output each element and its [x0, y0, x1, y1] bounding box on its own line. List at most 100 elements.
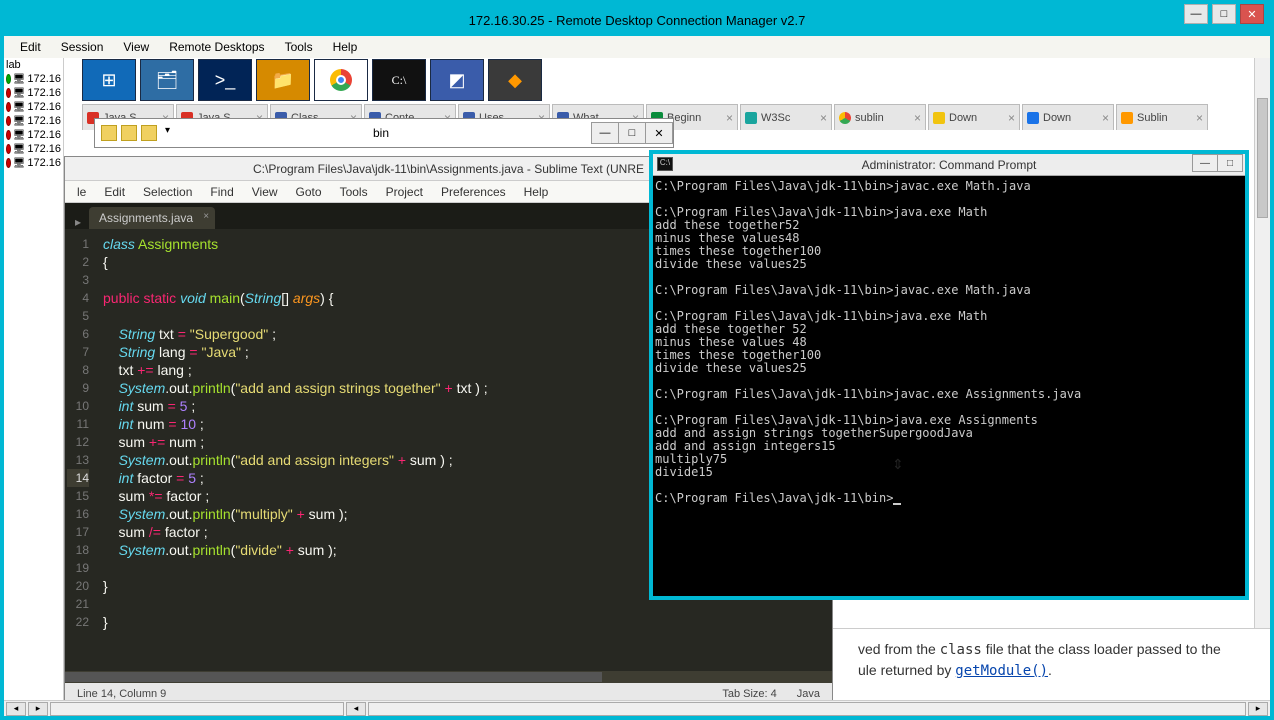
explorer-close-button[interactable]: ✕ [645, 122, 673, 144]
tree-node[interactable]: 🖥172.16 [4, 156, 63, 170]
doc-link[interactable]: getModule() [955, 663, 1048, 679]
sublime-menu-help[interactable]: Help [516, 183, 557, 201]
status-language[interactable]: Java [797, 688, 820, 700]
taskbar-powershell[interactable]: >_ [198, 59, 252, 101]
browser-tab[interactable]: Sublin× [1116, 104, 1208, 130]
tab-label: sublin [855, 112, 884, 124]
taskbar-explorer-window[interactable]: 📁 [256, 59, 310, 101]
menu-view[interactable]: View [113, 38, 159, 56]
taskbar-app[interactable]: ◩ [430, 59, 484, 101]
sublime-menu-preferences[interactable]: Preferences [433, 183, 514, 201]
app-icon: ◩ [448, 70, 465, 91]
chevron-down-icon[interactable]: ▾ [161, 125, 170, 141]
tree-node[interactable]: 🖥172.16 [4, 114, 63, 128]
scroll-right-icon[interactable]: ▸ [28, 702, 48, 716]
tree-node[interactable]: 🖥172.16 [4, 100, 63, 114]
tree-node[interactable]: 🖥172.16 [4, 86, 63, 100]
cmd-min-button[interactable]: — [1192, 154, 1218, 172]
rdp-min-button[interactable]: — [1184, 4, 1208, 24]
taskbar-file-explorer[interactable]: 🗂 [140, 59, 194, 101]
close-tab-icon[interactable]: × [203, 211, 209, 222]
sublime-menu-project[interactable]: Project [378, 183, 431, 201]
explorer-min-button[interactable]: — [591, 122, 619, 144]
scrollbar-thumb[interactable] [1257, 98, 1268, 218]
menu-edit[interactable]: Edit [10, 38, 51, 56]
rdp-titlebar[interactable]: 172.16.30.25 - Remote Desktop Connection… [4, 4, 1270, 36]
browser-tab[interactable]: W3Sc× [740, 104, 832, 130]
menu-session[interactable]: Session [51, 38, 114, 56]
sublime-menu-tools[interactable]: Tools [332, 183, 376, 201]
rdp-title: 172.16.30.25 - Remote Desktop Connection… [469, 13, 806, 28]
sublime-tab-play-icon[interactable]: ▸ [75, 215, 81, 229]
tab-label: Down [949, 112, 977, 124]
menu-remote-desktops[interactable]: Remote Desktops [159, 38, 274, 56]
taskbar: ⊞ 🗂 >_ 📁 C:\ ◩ ◆ [82, 58, 542, 102]
browser-tab[interactable]: sublin × [834, 104, 926, 130]
line-gutter: 12345678910111213141516171819202122 [65, 229, 95, 683]
status-dot-icon [6, 74, 11, 84]
cmd-icon: C:\ [392, 73, 407, 88]
explorer-toolbar-icon[interactable] [121, 125, 137, 141]
tree-root[interactable]: lab [4, 58, 63, 72]
sublime-menu-goto[interactable]: Goto [288, 183, 330, 201]
taskbar-sublime[interactable]: ◆ [488, 59, 542, 101]
status-dot-icon [6, 88, 11, 98]
close-tab-icon[interactable]: × [820, 111, 827, 125]
close-tab-icon[interactable]: × [1102, 111, 1109, 125]
explorer-max-button[interactable]: □ [618, 122, 646, 144]
taskbar-cmd[interactable]: C:\ [372, 59, 426, 101]
sublime-menu-file[interactable]: le [69, 183, 94, 201]
horizontal-scrollbar[interactable]: ◂ ▸ ◂ ▸ [4, 700, 1270, 716]
close-tab-icon[interactable]: × [1008, 111, 1015, 125]
sublime-h-scrollbar[interactable] [65, 671, 832, 683]
close-tab-icon[interactable]: × [914, 111, 921, 125]
tree-node[interactable]: 🖥172.16 [4, 142, 63, 156]
status-tab-size[interactable]: Tab Size: 4 [722, 688, 776, 700]
sublime-tab[interactable]: Assignments.java × [89, 207, 215, 229]
menu-tools[interactable]: Tools [275, 38, 323, 56]
start-button[interactable]: ⊞ [82, 59, 136, 101]
computer-icon: 🖥 [13, 130, 26, 141]
cmd-max-button[interactable]: □ [1217, 154, 1243, 172]
tree-node[interactable]: 🖥172.16 [4, 128, 63, 142]
menu-help[interactable]: Help [323, 38, 368, 56]
scroll-left-icon[interactable]: ◂ [346, 702, 366, 716]
cmd-window[interactable]: C:\ Administrator: Command Prompt — □ C:… [649, 150, 1249, 600]
favicon-icon [1027, 112, 1039, 124]
scroll-right-icon[interactable]: ▸ [1248, 702, 1268, 716]
menubar: Edit Session View Remote Desktops Tools … [4, 36, 1270, 58]
favicon-icon [933, 112, 945, 124]
sublime-icon: ◆ [508, 70, 522, 91]
rdp-max-button[interactable]: □ [1212, 4, 1236, 24]
computer-icon: 🖥 [13, 158, 26, 169]
taskbar-chrome[interactable] [314, 59, 368, 101]
rdp-window: 172.16.30.25 - Remote Desktop Connection… [0, 0, 1274, 720]
tree-node[interactable]: 🖥172.16 [4, 72, 63, 86]
cmd-output[interactable]: C:\Program Files\Java\jdk-11\bin>javac.e… [653, 176, 1245, 596]
browser-tab[interactable]: Down× [1022, 104, 1114, 130]
status-dot-icon [6, 158, 11, 168]
scrollbar-track[interactable] [50, 702, 344, 716]
scrollbar-track[interactable] [368, 702, 1246, 716]
explorer-window[interactable]: ▾ bin — □ ✕ [94, 118, 674, 148]
explorer-toolbar-icon[interactable] [101, 125, 117, 141]
sublime-menu-view[interactable]: View [244, 183, 286, 201]
status-dot-icon [6, 116, 11, 126]
close-tab-icon[interactable]: × [726, 111, 733, 125]
sublime-menu-find[interactable]: Find [202, 183, 241, 201]
status-dot-icon [6, 130, 11, 140]
sublime-menu-edit[interactable]: Edit [96, 183, 133, 201]
status-dot-icon [6, 102, 11, 112]
vertical-scrollbar[interactable] [1254, 58, 1270, 716]
folder-icon: 📁 [272, 70, 294, 91]
scrollbar-thumb[interactable] [65, 672, 602, 682]
browser-tab[interactable]: Down × [928, 104, 1020, 130]
server-tree[interactable]: lab 🖥172.16 🖥172.16 🖥172.16 🖥172.16 🖥172… [4, 58, 64, 716]
scroll-left-icon[interactable]: ◂ [6, 702, 26, 716]
close-tab-icon[interactable]: × [1196, 111, 1203, 125]
windows-icon: ⊞ [101, 70, 116, 91]
cmd-titlebar[interactable]: C:\ Administrator: Command Prompt — □ [653, 154, 1245, 176]
explorer-toolbar-icon[interactable] [141, 125, 157, 141]
rdp-close-button[interactable]: ✕ [1240, 4, 1264, 24]
sublime-menu-selection[interactable]: Selection [135, 183, 200, 201]
